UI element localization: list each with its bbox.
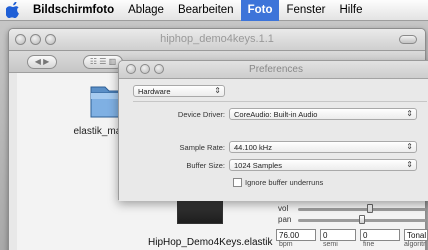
vol-slider-track[interactable] [298, 208, 426, 211]
buffer-size-value: 1024 Samples [234, 161, 282, 170]
section-popup[interactable]: Hardware ⇕ [133, 85, 225, 97]
algorithm-field[interactable]: Tonal [404, 229, 428, 241]
popup-arrows-icon: ⇕ [406, 142, 413, 151]
bpm-field[interactable]: 76.00 [276, 229, 316, 241]
menu-foto[interactable]: Foto [240, 0, 280, 21]
toolbar-toggle-button[interactable] [399, 35, 417, 44]
device-driver-popup[interactable]: CoreAudio: Built-in Audio ⇕ [229, 108, 417, 120]
fine-label: fine [363, 241, 375, 248]
back-forward-buttons[interactable]: ◀ ▶ [27, 55, 57, 69]
bpm-label: bpm [279, 241, 293, 248]
popup-arrows-icon: ⇕ [406, 109, 413, 118]
menu-bar: Bildschirmfoto Ablage Bearbeiten Foto Fe… [0, 0, 428, 21]
menu-hilfe[interactable]: Hilfe [332, 0, 369, 21]
semi-label: semi [323, 241, 338, 248]
document-label: HipHop_Demo4Keys.elastik [148, 237, 273, 248]
menu-app-name[interactable]: Bildschirmfoto [26, 0, 121, 21]
pan-label: pan [278, 215, 292, 224]
sample-rate-value: 44.100 kHz [234, 143, 272, 152]
sample-rate-label: Sample Rate: [179, 143, 225, 152]
vol-label: vol [278, 204, 289, 213]
device-driver-value: CoreAudio: Built-in Audio [234, 110, 318, 119]
preferences-title: Preferences [249, 64, 303, 75]
section-popup-value: Hardware [138, 87, 171, 96]
separator [133, 101, 427, 102]
ignore-underruns-checkbox[interactable] [233, 178, 242, 187]
preferences-body: Hardware ⇕ Device Driver: CoreAudio: Bui… [119, 79, 428, 201]
algorithm-label: algoritr [404, 241, 426, 248]
vol-slider-handle[interactable] [366, 204, 373, 213]
fine-field[interactable]: 0 [360, 229, 400, 241]
apple-menu[interactable] [0, 0, 26, 21]
preferences-window: Preferences Hardware ⇕ Device Driver: Co… [118, 60, 428, 201]
finder-title-bar[interactable]: hiphop_demo4keys.1.1 [9, 29, 425, 51]
buffer-size-label: Buffer Size: [186, 161, 225, 170]
sample-rate-popup[interactable]: 44.100 kHz ⇕ [229, 141, 417, 153]
view-mode-buttons[interactable]: ☷ ☰ ▥ [83, 55, 123, 69]
sidebar-edge [9, 73, 17, 250]
semi-field[interactable]: 0 [320, 229, 356, 241]
menu-ablage[interactable]: Ablage [121, 0, 171, 21]
popup-arrows-icon: ⇕ [214, 86, 221, 95]
finder-window-title: hiphop_demo4keys.1.1 [160, 33, 274, 45]
menu-bearbeiten[interactable]: Bearbeiten [171, 0, 241, 21]
apple-icon [6, 2, 19, 18]
buffer-size-popup[interactable]: 1024 Samples ⇕ [229, 159, 417, 171]
ignore-underruns-label: Ignore buffer underruns [245, 178, 324, 187]
device-driver-label: Device Driver: [177, 110, 225, 119]
pan-slider-handle[interactable] [359, 215, 365, 224]
preferences-title-bar[interactable]: Preferences [119, 61, 428, 79]
popup-arrows-icon: ⇕ [406, 160, 413, 169]
menu-fenster[interactable]: Fenster [279, 0, 332, 21]
